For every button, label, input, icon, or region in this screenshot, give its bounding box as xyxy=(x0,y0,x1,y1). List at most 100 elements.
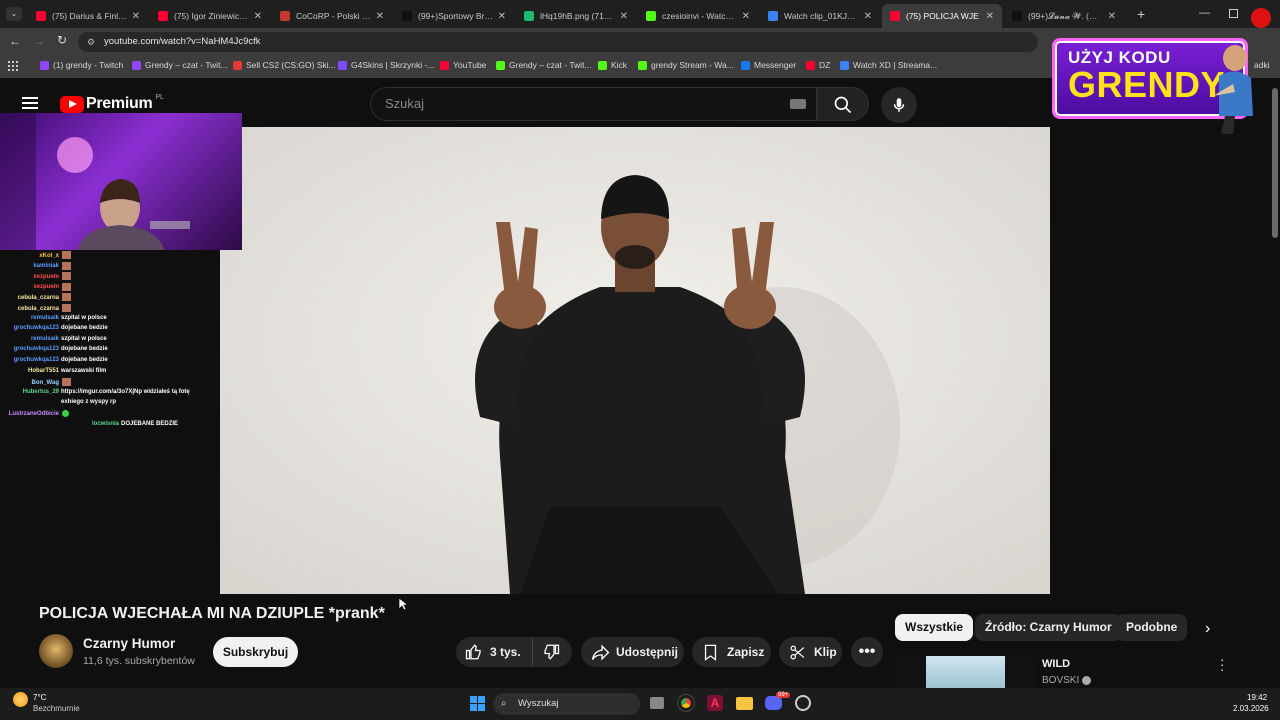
chat-text: szpital w polsce xyxy=(61,335,107,342)
scrollbar[interactable] xyxy=(1272,88,1278,238)
tab-search-button[interactable]: ⌄ xyxy=(6,7,22,21)
tab-title: CoCoRP - Polski Serw xyxy=(296,11,372,21)
bookmark-item[interactable]: G4Skins | Skrzynki -... xyxy=(338,60,434,70)
browser-tab[interactable]: (99+)𝓛𝓾𝓷𝓪 𝓦. (@lu ✕ xyxy=(1004,4,1124,28)
recommendation-thumbnail[interactable] xyxy=(895,656,1035,688)
chat-emote-icon xyxy=(62,304,71,312)
bookmark-item[interactable]: Watch XD | Streama... xyxy=(840,60,937,70)
search-button[interactable] xyxy=(817,87,869,121)
clip-button[interactable]: Klip xyxy=(779,637,842,667)
bookmark-item[interactable]: Grendy – czat - Twit... xyxy=(496,60,592,70)
video-player[interactable] xyxy=(220,127,1050,594)
share-button[interactable]: Udostępnij xyxy=(581,637,684,667)
filter-chip[interactable]: Źródło: Czarny Humor xyxy=(975,614,1122,641)
discord-icon[interactable] xyxy=(765,696,782,710)
app-icon-red[interactable]: A xyxy=(707,695,723,711)
browser-tab[interactable]: czesioinvi - Watch cli ✕ xyxy=(638,4,758,28)
webcam-overlay xyxy=(0,113,242,250)
browser-tab[interactable]: Watch clip_01KJMRD ✕ xyxy=(760,4,880,28)
chevron-right-icon[interactable]: › xyxy=(1205,620,1210,638)
bookmark-label: Grendy – czat - Twit... xyxy=(509,60,592,70)
save-button[interactable]: Zapisz xyxy=(692,637,771,667)
youtube-logo[interactable]: Premium PL xyxy=(60,94,164,113)
chat-message: kaminiak xyxy=(0,261,73,270)
like-button[interactable]: 3 tys. xyxy=(456,637,533,667)
bookmark-item[interactable]: Messenger xyxy=(741,60,796,70)
bookmark-item[interactable]: (1) grendy - Twitch xyxy=(40,60,123,70)
more-actions-button[interactable]: ••• xyxy=(851,637,883,667)
tab-close-icon[interactable]: ✕ xyxy=(986,11,994,22)
bookmark-item[interactable]: Sell CS2 (CS:GO) Ski... xyxy=(233,60,336,70)
bookmark-item[interactable]: DZ xyxy=(806,60,830,70)
bookmark-favicon-icon xyxy=(840,60,849,70)
weather-icon[interactable] xyxy=(13,692,28,707)
search-input[interactable]: Szukaj xyxy=(370,87,817,121)
forward-icon[interactable]: → xyxy=(33,34,45,48)
bookmark-item[interactable]: Grendy – czat - Twit... xyxy=(132,60,228,70)
tab-close-icon[interactable]: ✕ xyxy=(254,11,262,22)
bookmark-label: Watch XD | Streama... xyxy=(853,60,938,70)
voice-search-button[interactable] xyxy=(881,87,917,123)
browser-tab[interactable]: (75) POLICJA WJE ✕ xyxy=(882,4,1002,28)
windows-start-icon[interactable] xyxy=(470,696,485,711)
chat-text: dojebane bedzie xyxy=(61,346,108,353)
browser-tab[interactable]: CoCoRP - Polski Serw ✕ xyxy=(272,4,392,28)
channel-name[interactable]: Czarny Humor xyxy=(83,636,175,651)
chat-username: LustrzaneOdbicie xyxy=(8,411,59,418)
chat-emote-icon xyxy=(62,378,71,387)
browser-tab[interactable]: lHq19hB.png (712×5 ✕ xyxy=(516,4,636,28)
minimize-icon[interactable]: — xyxy=(1199,7,1210,19)
browser-tab[interactable]: (75) Darius & Finlay | ✕ xyxy=(28,4,148,28)
back-icon[interactable]: ← xyxy=(9,34,21,48)
tab-close-icon[interactable]: ✕ xyxy=(742,11,750,22)
recommendation-menu-icon[interactable]: · · · xyxy=(1220,653,1224,676)
new-tab-button[interactable]: + xyxy=(1137,6,1145,22)
search-icon xyxy=(834,96,852,114)
steam-icon[interactable] xyxy=(795,695,811,711)
tab-close-icon[interactable]: ✕ xyxy=(132,11,140,22)
chrome-icon[interactable] xyxy=(677,694,695,712)
browser-tab[interactable]: (75) Igor Ziniewicz - C ✕ xyxy=(150,4,270,28)
bookmark-item[interactable]: YouTube xyxy=(440,60,486,70)
taskbar-search[interactable]: ⌕ Wyszukaj xyxy=(493,693,640,715)
tab-favicon-icon xyxy=(890,11,900,21)
tab-close-icon[interactable]: ✕ xyxy=(620,11,628,22)
clock-time[interactable]: 19:42 xyxy=(1247,693,1267,702)
bookmark-item[interactable]: Kick xyxy=(598,60,627,70)
tab-close-icon[interactable]: ✕ xyxy=(1108,11,1116,22)
chat-emote-icon xyxy=(62,261,71,270)
address-bar[interactable]: ⚙ youtube.com/watch?v=NaHM4Jc9cfk xyxy=(78,32,1038,52)
tab-close-icon[interactable]: ✕ xyxy=(864,11,872,22)
search-icon: ⌕ xyxy=(501,698,507,709)
restore-icon[interactable] xyxy=(1229,9,1238,18)
site-info-icon[interactable]: ⚙ xyxy=(87,32,95,52)
filter-chip[interactable]: Podobne xyxy=(1116,614,1188,641)
apps-icon[interactable] xyxy=(8,61,18,71)
share-icon xyxy=(591,644,610,660)
tab-close-icon[interactable]: ✕ xyxy=(376,11,384,22)
bookmark-item[interactable]: grendy Stream - Wa... xyxy=(638,60,734,70)
channel-avatar[interactable] xyxy=(39,634,73,668)
weather-desc: Bezchmurnie xyxy=(33,704,80,713)
menu-icon[interactable] xyxy=(22,97,38,109)
like-dislike-group: 3 tys. xyxy=(456,637,572,667)
tab-title: (75) POLICJA WJE xyxy=(906,11,979,21)
browser-tab[interactable]: (99+)Sportowy Brat C ✕ xyxy=(394,4,514,28)
chat-message: cebula_czarna xyxy=(0,293,73,302)
filter-chip[interactable]: Wszystkie xyxy=(895,614,974,641)
profile-avatar[interactable] xyxy=(1251,8,1271,28)
discord-badge: 99+ xyxy=(776,692,791,698)
task-view-icon[interactable] xyxy=(650,697,664,709)
file-explorer-icon[interactable] xyxy=(736,697,753,710)
reload-icon[interactable]: ↻ xyxy=(57,33,67,47)
youtube-play-icon xyxy=(60,95,84,113)
bookmark-favicon-icon xyxy=(496,60,505,70)
subscribe-button[interactable]: Subskrybuj xyxy=(213,637,298,667)
clock-date[interactable]: 2.03.2026 xyxy=(1233,704,1269,713)
tab-close-icon[interactable]: ✕ xyxy=(498,11,506,22)
keyboard-icon[interactable] xyxy=(790,99,806,109)
dislike-button[interactable] xyxy=(533,637,560,667)
recommendation-title[interactable]: WILD xyxy=(1042,658,1070,670)
scissors-icon xyxy=(790,645,805,659)
chat-message: HobarT551 warszawski film xyxy=(0,368,106,374)
